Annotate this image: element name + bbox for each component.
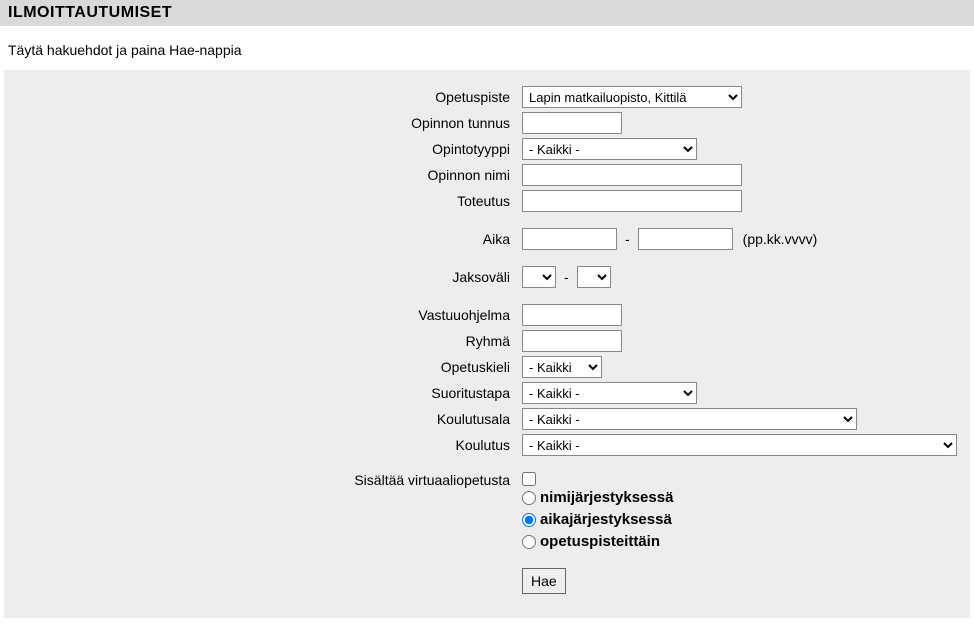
sort-nimi-row[interactable]: nimijärjestyksessä	[522, 489, 673, 506]
koulutusala-select[interactable]: - Kaikki -	[522, 408, 857, 430]
aika-to-input[interactable]	[638, 228, 733, 250]
jaksovali-from-select[interactable]	[522, 266, 556, 288]
aika-label: Aika	[12, 231, 522, 247]
ryhma-input[interactable]	[522, 330, 622, 352]
jaksovali-separator: -	[564, 269, 569, 285]
vastuuohjelma-label: Vastuuohjelma	[12, 307, 522, 323]
aika-separator: -	[625, 231, 630, 247]
toteutus-input[interactable]	[522, 190, 742, 212]
opetuskieli-select[interactable]: - Kaikki -	[522, 356, 602, 378]
toteutus-label: Toteutus	[12, 193, 522, 209]
opintotyyppi-select[interactable]: - Kaikki -	[522, 138, 697, 160]
instruction-text: Täytä hakuehdot ja paina Hae-nappia	[0, 26, 974, 70]
page-header: ILMOITTAUTUMISET	[0, 0, 974, 26]
vastuuohjelma-input[interactable]	[522, 304, 622, 326]
search-form: Opetuspiste Lapin matkailuopisto, Kittil…	[4, 70, 970, 618]
opinnon-tunnus-input[interactable]	[522, 112, 622, 134]
virtuaali-label: Sisältää virtuaaliopetusta	[12, 472, 522, 488]
sort-aika-row[interactable]: aikajärjestyksessä	[522, 511, 672, 528]
aika-from-input[interactable]	[522, 228, 617, 250]
page-title: ILMOITTAUTUMISET	[8, 4, 172, 21]
opinnon-tunnus-label: Opinnon tunnus	[12, 115, 522, 131]
koulutus-label: Koulutus	[12, 437, 522, 453]
suoritustapa-select[interactable]: - Kaikki -	[522, 382, 697, 404]
ryhma-label: Ryhmä	[12, 333, 522, 349]
sort-nimi-label: nimijärjestyksessä	[540, 489, 673, 506]
opetuspiste-label: Opetuspiste	[12, 89, 522, 105]
opinnon-nimi-label: Opinnon nimi	[12, 167, 522, 183]
opintotyyppi-label: Opintotyyppi	[12, 141, 522, 157]
jaksovali-to-select[interactable]	[577, 266, 611, 288]
koulutus-select[interactable]: - Kaikki -	[522, 434, 957, 456]
sort-opetus-row[interactable]: opetuspisteittäin	[522, 533, 660, 550]
search-button[interactable]: Hae	[522, 568, 566, 594]
sort-opetus-radio[interactable]	[522, 535, 536, 549]
opetuspiste-select[interactable]: Lapin matkailuopisto, Kittilä	[522, 86, 742, 108]
sort-nimi-radio[interactable]	[522, 491, 536, 505]
opetuskieli-label: Opetuskieli	[12, 359, 522, 375]
sort-aika-label: aikajärjestyksessä	[540, 511, 672, 528]
jaksovali-label: Jaksoväli	[12, 269, 522, 285]
virtuaali-checkbox[interactable]	[522, 472, 536, 486]
sort-aika-radio[interactable]	[522, 513, 536, 527]
sort-opetus-label: opetuspisteittäin	[540, 533, 660, 550]
suoritustapa-label: Suoritustapa	[12, 385, 522, 401]
aika-hint: (pp.kk.vvvv)	[743, 231, 818, 247]
koulutusala-label: Koulutusala	[12, 411, 522, 427]
opinnon-nimi-input[interactable]	[522, 164, 742, 186]
